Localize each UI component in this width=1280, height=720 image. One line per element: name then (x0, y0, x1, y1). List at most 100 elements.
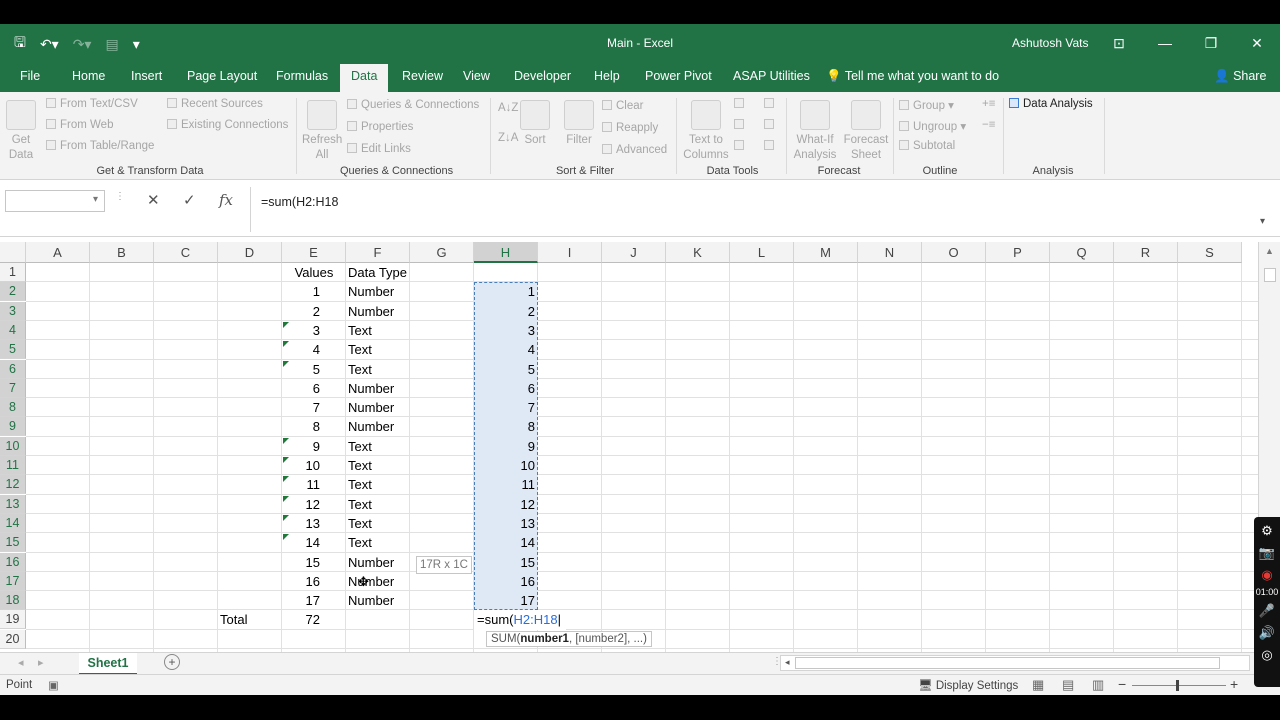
cell-e1[interactable]: Values (282, 263, 346, 282)
remove-duplicates-icon[interactable] (734, 119, 748, 131)
column-header-b[interactable]: B (90, 242, 154, 263)
tab-asap-utilities[interactable]: ASAP Utilities (733, 69, 810, 83)
enter-icon[interactable]: ✓ (183, 191, 196, 209)
zoom-out-icon[interactable]: − (1118, 676, 1126, 692)
recent-sources-button[interactable]: Recent Sources (167, 98, 263, 110)
clear-button[interactable]: Clear (602, 100, 643, 112)
row-header-19[interactable]: 19 (0, 610, 26, 630)
cell-f5[interactable]: Text (348, 340, 372, 359)
cell-e9[interactable]: 8 (282, 417, 320, 436)
hide-detail-icon[interactable]: −≡ (982, 119, 995, 131)
manage-data-model-icon[interactable] (764, 140, 778, 152)
cell-e2[interactable]: 1 (282, 282, 320, 301)
zoom-in-icon[interactable]: + (1230, 676, 1238, 692)
data-analysis-button[interactable]: Data Analysis (1009, 98, 1093, 110)
row-header-13[interactable]: 13 (0, 494, 26, 514)
cell-h18[interactable]: 17 (474, 591, 538, 610)
row-header-15[interactable]: 15 (0, 533, 26, 553)
ungroup-button[interactable]: Ungroup ▾ (899, 119, 966, 133)
cell-e19[interactable]: 72 (282, 610, 320, 629)
horizontal-scrollbar[interactable]: ◂ (780, 655, 1250, 671)
row-header-12[interactable]: 12 (0, 475, 26, 495)
sheet-tab-sheet1[interactable]: Sheet1 (79, 653, 137, 675)
get-data-button[interactable]: Get Data (4, 100, 38, 163)
column-header-k[interactable]: K (666, 242, 730, 263)
record-icon[interactable]: ◉ (1254, 567, 1280, 583)
display-settings-button[interactable]: 🖥 Display Settings (918, 678, 1018, 692)
row-header-20[interactable]: 20 (0, 629, 26, 649)
cell-h12[interactable]: 11 (474, 475, 538, 494)
settings-icon[interactable]: ⚙ (1254, 523, 1280, 539)
column-header-o[interactable]: O (922, 242, 986, 263)
cell-h17[interactable]: 16 (474, 572, 538, 591)
row-header-1[interactable]: 1 (0, 263, 26, 282)
cell-h14[interactable]: 13 (474, 514, 538, 533)
row-header-16[interactable]: 16 (0, 552, 26, 572)
next-sheet-icon[interactable]: ▸ (38, 656, 44, 669)
from-text-csv-button[interactable]: From Text/CSV (46, 98, 138, 110)
cell-e3[interactable]: 2 (282, 302, 320, 321)
forecast-sheet-button[interactable]: Forecast Sheet (842, 100, 890, 163)
cell-f11[interactable]: Text (348, 456, 372, 475)
page-break-view-icon[interactable]: ▥ (1092, 677, 1104, 693)
row-header-5[interactable]: 5 (0, 340, 26, 360)
properties-button[interactable]: Properties (347, 121, 413, 133)
cell-h3[interactable]: 2 (474, 302, 538, 321)
cell-e8[interactable]: 7 (282, 398, 320, 417)
existing-connections-button[interactable]: Existing Connections (167, 119, 288, 131)
restore-icon[interactable]: ❐ (1188, 28, 1234, 58)
advanced-button[interactable]: Advanced (602, 144, 667, 156)
formula-input[interactable]: =sum(H2:H18 (250, 187, 1260, 232)
hint-function-name[interactable]: SUM( (491, 633, 520, 645)
tab-home[interactable]: Home (72, 69, 105, 83)
row-header-4[interactable]: 4 (0, 320, 26, 340)
tab-view[interactable]: View (463, 69, 490, 83)
column-header-m[interactable]: M (794, 242, 858, 263)
hscroll-thumb[interactable] (795, 657, 1220, 669)
speaker-icon[interactable]: 🔊 (1254, 625, 1280, 641)
function-argument-hint[interactable]: SUM(number1, [number2], ...) (486, 630, 652, 647)
camera-icon[interactable]: 📷 (1254, 545, 1280, 561)
select-all-corner[interactable] (0, 242, 26, 263)
scroll-left-icon[interactable]: ◂ (785, 657, 790, 668)
row-header-7[interactable]: 7 (0, 378, 26, 398)
cell-h5[interactable]: 4 (474, 340, 538, 359)
row-header-3[interactable]: 3 (0, 301, 26, 321)
cell-f17[interactable]: Number (348, 572, 394, 591)
column-header-q[interactable]: Q (1050, 242, 1114, 263)
edit-links-button[interactable]: Edit Links (347, 143, 411, 155)
column-header-g[interactable]: G (410, 242, 474, 263)
cell-h16[interactable]: 15 (474, 553, 538, 572)
macro-record-icon[interactable]: ▣ (48, 678, 59, 692)
row-header-6[interactable]: 6 (0, 359, 26, 379)
row-header-10[interactable]: 10 (0, 436, 26, 456)
data-validation-icon[interactable] (734, 140, 748, 152)
sort-button[interactable]: Sort (518, 100, 552, 148)
cell-f12[interactable]: Text (348, 475, 372, 494)
ribbon-display-icon[interactable]: ⊡ (1096, 28, 1142, 58)
text-to-columns-button[interactable]: Text to Columns (680, 100, 732, 163)
subtotal-button[interactable]: Subtotal (899, 140, 955, 152)
row-header-17[interactable]: 17 (0, 571, 26, 591)
cell-f6[interactable]: Text (348, 360, 372, 379)
column-header-l[interactable]: L (730, 242, 794, 263)
row-header-8[interactable]: 8 (0, 398, 26, 418)
column-header-j[interactable]: J (602, 242, 666, 263)
cell-f3[interactable]: Number (348, 302, 394, 321)
zoom-slider-thumb[interactable] (1176, 680, 1179, 691)
cell-h11[interactable]: 10 (474, 456, 538, 475)
normal-view-icon[interactable]: ▦ (1032, 677, 1044, 693)
cell-f10[interactable]: Text (348, 437, 372, 456)
cell-f9[interactable]: Number (348, 417, 394, 436)
column-header-c[interactable]: C (154, 242, 218, 263)
consolidate-icon[interactable] (764, 98, 778, 110)
zoom-slider[interactable] (1132, 685, 1226, 686)
tab-data[interactable]: Data (340, 64, 389, 92)
cell-h4[interactable]: 3 (474, 321, 538, 340)
webcam-icon[interactable]: ◎ (1254, 647, 1280, 663)
cell-e16[interactable]: 15 (282, 553, 320, 572)
user-name[interactable]: Ashutosh Vats (1012, 36, 1089, 50)
cell-f18[interactable]: Number (348, 591, 394, 610)
cell-e7[interactable]: 6 (282, 379, 320, 398)
from-web-button[interactable]: From Web (46, 119, 113, 131)
